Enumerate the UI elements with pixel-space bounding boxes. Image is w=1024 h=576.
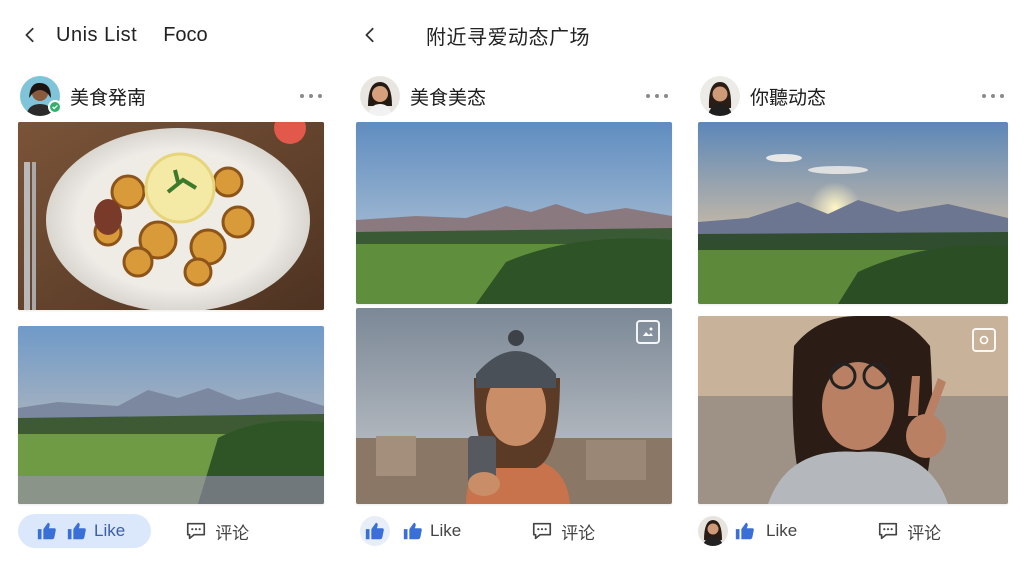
selfie-peace-sign-photo[interactable] bbox=[698, 316, 1008, 504]
post-header: 美食発南 bbox=[20, 72, 326, 120]
action-bar-3: Like 评论 bbox=[698, 514, 941, 548]
comment-label: 评论 bbox=[561, 523, 596, 543]
comment-icon bbox=[533, 522, 552, 540]
selfie-beanie-photo[interactable] bbox=[356, 308, 672, 504]
like-label: Like bbox=[430, 521, 462, 540]
header-title-secondary: Foco bbox=[163, 23, 208, 46]
comment-button[interactable]: 评论 bbox=[531, 519, 595, 544]
like-button[interactable]: Like bbox=[360, 514, 461, 548]
comment-icon bbox=[879, 522, 898, 540]
like-button[interactable]: Like bbox=[734, 514, 797, 548]
header-title: Unis List bbox=[56, 23, 138, 46]
thumbs-up-icon bbox=[36, 520, 58, 542]
thumbs-up-icon bbox=[66, 520, 88, 542]
comment-button[interactable]: 评论 bbox=[877, 519, 941, 544]
verified-check-icon bbox=[48, 100, 62, 114]
back-arrow-icon[interactable] bbox=[358, 23, 382, 47]
action-bar-1: Like 评论 bbox=[18, 514, 249, 548]
avatar[interactable] bbox=[698, 516, 728, 546]
back-arrow-icon[interactable] bbox=[18, 23, 42, 47]
post-header: 你聽动态 bbox=[700, 72, 1008, 120]
author-name[interactable]: 美食美态 bbox=[410, 83, 486, 110]
header-left: Unis List Foco bbox=[18, 0, 208, 70]
post-card-3: 你聽动态 bbox=[700, 72, 1008, 120]
header-center: 附近寻爱动态广场 bbox=[358, 0, 590, 70]
thumbs-up-icon bbox=[734, 520, 756, 542]
mountain-landscape-photo[interactable] bbox=[356, 122, 672, 304]
comment-icon bbox=[187, 522, 206, 540]
more-dots-icon[interactable] bbox=[982, 86, 1004, 106]
comment-label: 评论 bbox=[907, 523, 942, 543]
author-name[interactable]: 美食発南 bbox=[70, 83, 146, 110]
post-header: 美食美态 bbox=[360, 72, 672, 120]
more-dots-icon[interactable] bbox=[300, 86, 322, 106]
page-title: 附近寻爱动态广场 bbox=[426, 26, 590, 49]
post-card-2: 美食美态 bbox=[360, 72, 672, 120]
like-label: Like bbox=[94, 521, 126, 540]
comment-button[interactable]: 评论 bbox=[185, 519, 249, 544]
comment-label: 评论 bbox=[215, 523, 250, 543]
post-card-1: 美食発南 bbox=[20, 72, 326, 120]
action-bar-2: Like 评论 bbox=[360, 514, 595, 548]
avatar[interactable] bbox=[360, 76, 400, 116]
gallery-icon[interactable] bbox=[972, 328, 996, 352]
like-button[interactable]: Like bbox=[18, 514, 152, 548]
gallery-icon[interactable] bbox=[636, 320, 660, 344]
sunset-mountains-photo[interactable] bbox=[698, 122, 1008, 304]
thumbs-up-icon bbox=[402, 520, 424, 542]
more-dots-icon[interactable] bbox=[646, 86, 668, 106]
food-plate-photo[interactable] bbox=[18, 122, 324, 310]
mountain-landscape-photo[interactable] bbox=[18, 326, 324, 504]
avatar[interactable] bbox=[700, 76, 740, 116]
thumbs-up-icon bbox=[360, 516, 390, 546]
author-name[interactable]: 你聽动态 bbox=[750, 83, 826, 110]
like-label: Like bbox=[766, 521, 798, 540]
